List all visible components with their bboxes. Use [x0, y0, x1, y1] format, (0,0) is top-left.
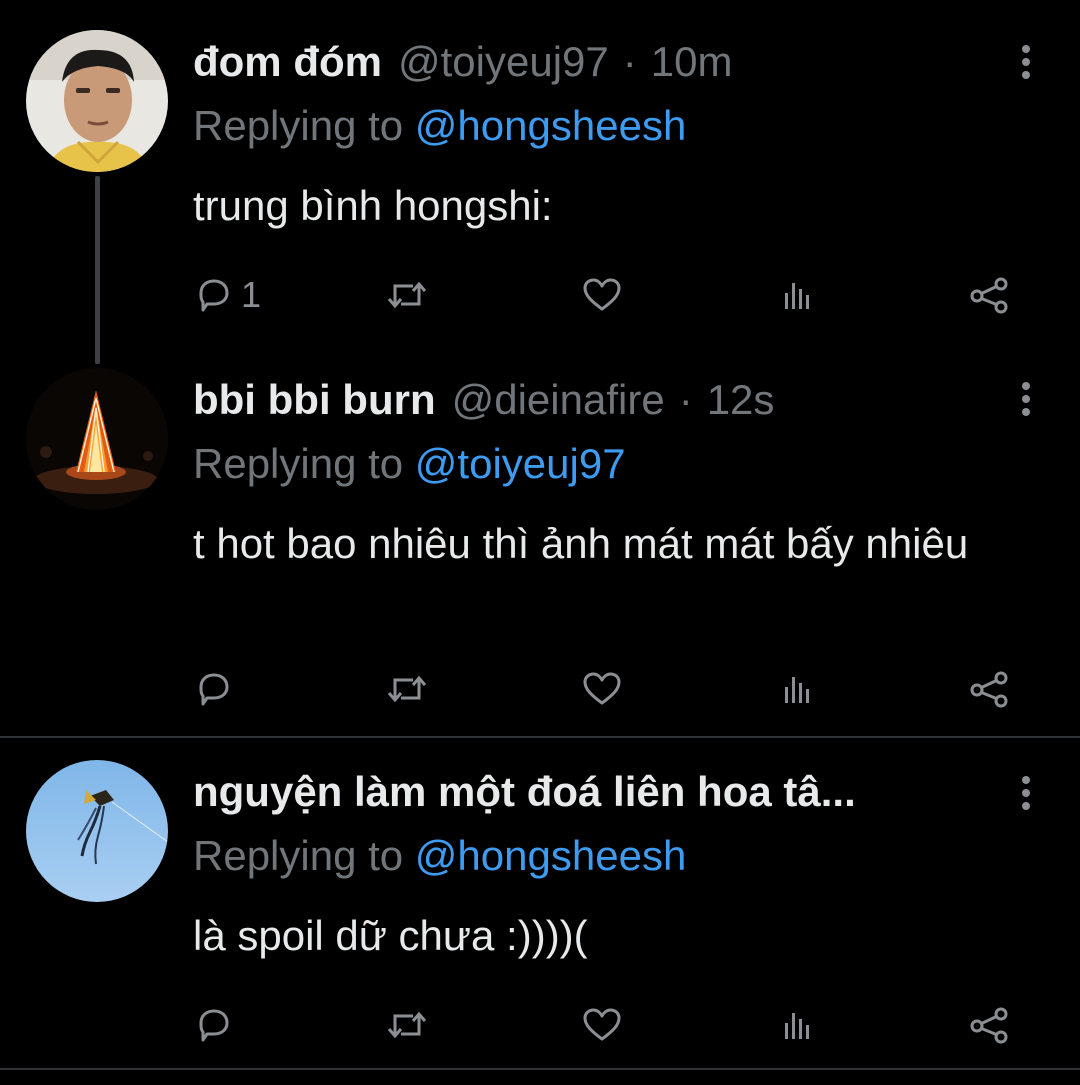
- like-button[interactable]: [581, 1000, 623, 1050]
- like-icon: [583, 278, 621, 311]
- replying-to-mention[interactable]: @toiyeuj97: [415, 440, 626, 487]
- avatar[interactable]: [26, 760, 168, 902]
- retweet-icon: [387, 675, 427, 703]
- replying-to: Replying to @hongsheesh: [193, 832, 686, 880]
- user-handle[interactable]: @dieinafire: [452, 376, 665, 424]
- share-icon: [970, 1007, 1008, 1044]
- tweet-header: đom đóm @toiyeuj97 · 10m: [193, 38, 1000, 94]
- avatar[interactable]: [26, 368, 168, 510]
- share-icon: [970, 277, 1008, 314]
- reply-icon: [199, 1009, 229, 1042]
- like-icon: [583, 1008, 621, 1041]
- avatar[interactable]: [26, 30, 168, 172]
- reply-icon: [199, 279, 229, 312]
- tweet-actions: 1: [193, 270, 1023, 320]
- replying-to-mention[interactable]: @hongsheesh: [415, 832, 687, 879]
- display-name[interactable]: nguyện làm một đoá liên hoa tâ...: [193, 768, 856, 816]
- like-button[interactable]: [581, 664, 623, 714]
- display-name[interactable]: bbi bbi burn: [193, 376, 436, 424]
- retweet-button[interactable]: [385, 1000, 429, 1050]
- reply-count: 1: [241, 274, 262, 315]
- replying-to-label: Replying to: [193, 832, 415, 879]
- share-button[interactable]: [968, 270, 1012, 320]
- avatar-kite-sky-photo: [26, 760, 168, 902]
- tweet-header: bbi bbi burn @dieinafire · 12s: [193, 376, 1000, 432]
- like-button[interactable]: [581, 270, 623, 320]
- tweet-header: nguyện làm một đoá liên hoa tâ...: [193, 768, 1000, 824]
- tweet-2[interactable]: bbi bbi burn @dieinafire · 12s Replying …: [0, 360, 1080, 735]
- timestamp[interactable]: 12s: [707, 376, 775, 424]
- tweet-actions: [193, 664, 1023, 714]
- tweet-text: là spoil dữ chưa :))))(: [193, 912, 588, 959]
- share-button[interactable]: [968, 664, 1012, 714]
- separator-dot: ·: [622, 38, 637, 85]
- reply-icon: [199, 673, 229, 706]
- like-icon: [583, 672, 621, 705]
- display-name[interactable]: đom đóm: [193, 38, 382, 86]
- retweet-icon: [387, 281, 427, 309]
- reply-button[interactable]: [193, 664, 233, 714]
- avatar-person-photo: [26, 30, 168, 172]
- views-icon: [785, 283, 809, 309]
- thread-line: [95, 176, 100, 364]
- tweet-1[interactable]: đom đóm @toiyeuj97 · 10m Replying to @ho…: [0, 0, 1080, 364]
- replying-to-label: Replying to: [193, 440, 415, 487]
- views-button[interactable]: [777, 1000, 817, 1050]
- replying-to-label: Replying to: [193, 102, 415, 149]
- views-icon: [785, 677, 809, 703]
- more-icon[interactable]: [1020, 776, 1032, 810]
- tweet-3[interactable]: nguyện làm một đoá liên hoa tâ... Replyi…: [0, 738, 1080, 1068]
- replying-to: Replying to @toiyeuj97: [193, 440, 626, 488]
- views-button[interactable]: [777, 664, 817, 714]
- share-button[interactable]: [968, 1000, 1012, 1050]
- reply-button[interactable]: [193, 1000, 233, 1050]
- reply-button[interactable]: 1: [193, 270, 261, 320]
- user-handle[interactable]: @toiyeuj97: [398, 38, 609, 86]
- separator-dot: ·: [678, 376, 693, 423]
- retweet-button[interactable]: [385, 664, 429, 714]
- retweet-button[interactable]: [385, 270, 429, 320]
- tweet-text: trung bình hongshi:: [193, 182, 553, 229]
- share-icon: [970, 671, 1008, 708]
- tweet-text: t hot bao nhiêu thì ảnh mát mát bấy nhiê…: [193, 520, 969, 567]
- tweet-divider: [0, 1068, 1080, 1070]
- replying-to: Replying to @hongsheesh: [193, 102, 686, 150]
- views-icon: [785, 1013, 809, 1039]
- replying-to-mention[interactable]: @hongsheesh: [415, 102, 687, 149]
- more-icon[interactable]: [1020, 382, 1032, 416]
- more-icon[interactable]: [1020, 45, 1032, 79]
- retweet-icon: [387, 1011, 427, 1039]
- avatar-bonfire-photo: [26, 368, 168, 510]
- timestamp[interactable]: 10m: [651, 38, 733, 86]
- views-button[interactable]: [777, 270, 817, 320]
- tweet-actions: [193, 1000, 1023, 1050]
